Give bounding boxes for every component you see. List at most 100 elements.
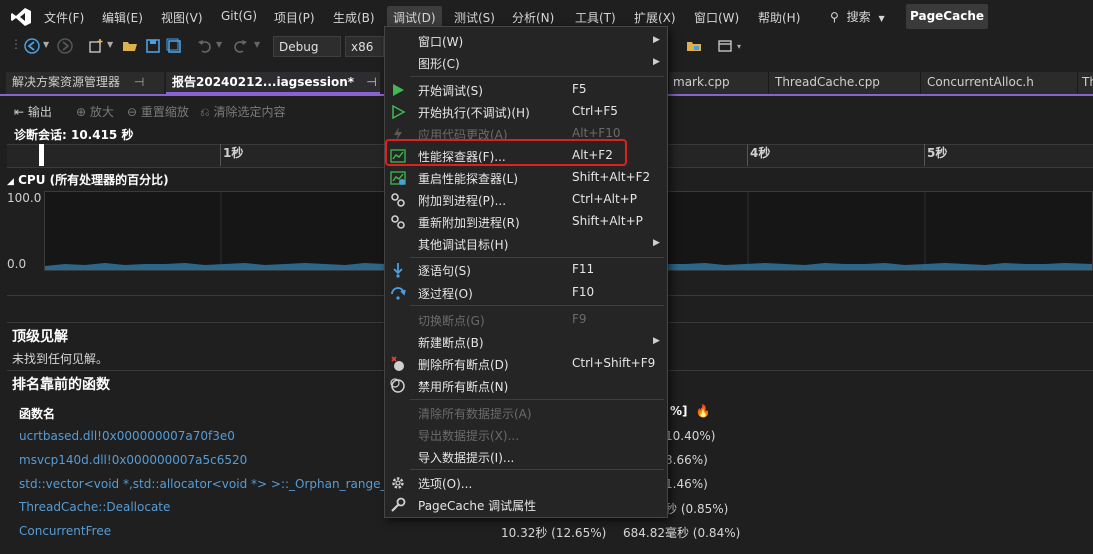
tab-report-label: 报告20240212...iagsession* — [172, 75, 355, 89]
menu-analyze[interactable]: 分析(N) — [512, 9, 554, 26]
shortcut-label: Ctrl+Alt+P — [572, 192, 637, 206]
tab-diagsession-report[interactable]: 报告20240212...iagsession* ⊣ ✕ — [166, 72, 396, 94]
debug-menu-item-relaunch-profiler[interactable]: 重启性能探查器(L) — [418, 170, 518, 187]
output-label: 输出 — [27, 105, 52, 119]
menu-git[interactable]: Git(G) — [221, 9, 257, 23]
zoom-in-label: 放大 — [89, 105, 114, 119]
debug-menu-item-step-into[interactable]: 逐语句(S) — [418, 262, 471, 279]
timeline-tick-label: 5秒 — [927, 146, 948, 160]
gears-icon — [391, 193, 405, 207]
folder-view-icon[interactable] — [686, 38, 702, 54]
menu-test[interactable]: 测试(S) — [454, 9, 495, 26]
play-outline-icon — [392, 104, 406, 120]
reset-zoom-label: 重置缩放 — [140, 105, 189, 119]
submenu-arrow-icon: ▶ — [653, 57, 660, 67]
delete-breakpoints-icon — [391, 356, 404, 371]
shortcut-label: F9 — [572, 312, 587, 326]
tab-solution-explorer[interactable]: 解决方案资源管理器 ⊣ — [6, 72, 164, 94]
new-project-icon[interactable] — [88, 38, 104, 54]
debug-menu-item-graphics[interactable]: 图形(C) — [418, 55, 460, 72]
tab-concurrentalloc-h[interactable]: ConcurrentAlloc.h — [920, 72, 1077, 94]
menu-window[interactable]: 窗口(W) — [694, 9, 739, 26]
tab-overflow[interactable]: Th — [1077, 72, 1093, 94]
output-button[interactable]: ⇤ 输出 — [14, 103, 52, 120]
pin-icon[interactable]: ⊣ — [366, 75, 376, 89]
zoom-in-button[interactable]: ⊕ 放大 — [76, 103, 114, 120]
debug-menu-item-import-datatips[interactable]: 导入数据提示(I)... — [418, 449, 514, 466]
debug-menu-item-debug-properties[interactable]: PageCache 调试属性 — [418, 497, 536, 514]
debug-menu-item-step-over[interactable]: 逐过程(O) — [418, 285, 473, 302]
function-link[interactable]: msvcp140d.dll!0x000000007a5c6520 — [19, 453, 247, 467]
chevron-down-icon[interactable]: ▼ — [254, 40, 260, 49]
debug-menu-item-options[interactable]: 选项(O)... — [418, 475, 472, 492]
timeline-selection-handle[interactable] — [39, 144, 44, 166]
pin-icon[interactable]: ⊣ — [134, 75, 144, 89]
function-self-value: 3.66%) — [665, 453, 708, 467]
profiler-restart-icon — [390, 171, 406, 185]
debug-menu-item-reattach-to-process[interactable]: 重新附加到进程(R) — [418, 214, 520, 231]
debug-menu-item-attach-to-process[interactable]: 附加到进程(P)... — [418, 192, 506, 209]
debug-menu-item-clear-all-datatips: 清除所有数据提示(A) — [418, 407, 532, 421]
chevron-down-icon: ▼ — [878, 14, 885, 23]
menu-view[interactable]: 视图(V) — [161, 9, 203, 26]
debug-menu-item-new-breakpoint[interactable]: 新建断点(B) — [418, 334, 484, 351]
gears-icon — [391, 215, 405, 229]
submenu-arrow-icon: ▶ — [653, 35, 660, 45]
chevron-down-icon[interactable]: ▾ — [737, 42, 741, 51]
menu-help[interactable]: 帮助(H) — [758, 9, 800, 26]
toolbar-grip: ⋮ — [10, 37, 22, 51]
reset-zoom-button[interactable]: ⊖ 重置缩放 — [127, 103, 189, 120]
chevron-down-icon[interactable]: ▼ — [107, 40, 113, 49]
function-link[interactable]: ucrtbased.dll!0x000000007a70f3e0 — [19, 429, 235, 443]
reset-zoom-icon: ⊖ — [127, 105, 138, 119]
hot-path-flame-icon: 🔥 — [695, 404, 711, 418]
undo-icon[interactable] — [197, 38, 213, 54]
save-icon[interactable] — [145, 38, 161, 54]
redo-icon[interactable] — [232, 38, 248, 54]
column-self-partial[interactable]: %] 🔥 — [670, 404, 711, 418]
search-label: 搜索 — [846, 10, 871, 24]
column-function-name[interactable]: 函数名 — [19, 405, 55, 422]
cpu-graph-title[interactable]: ◢ CPU (所有处理器的百分比) — [7, 171, 169, 188]
menu-build[interactable]: 生成(B) — [333, 9, 375, 26]
menu-project[interactable]: 项目(P) — [274, 9, 315, 26]
navigate-back-icon[interactable] — [24, 38, 40, 54]
timeline-tick — [747, 144, 748, 166]
menu-extensions[interactable]: 扩展(X) — [634, 9, 676, 26]
debug-menu-item-other-debug-targets[interactable]: 其他调试目标(H) — [418, 236, 508, 253]
search-icon: ⚲ — [830, 10, 839, 24]
debug-menu-item-disable-all-breakpoints[interactable]: 禁用所有断点(N) — [418, 378, 508, 395]
menu-file[interactable]: 文件(F) — [44, 9, 84, 26]
tab-solution-explorer-label: 解决方案资源管理器 — [12, 75, 121, 89]
window-layout-icon[interactable] — [717, 38, 733, 54]
debug-menu-item-start-debugging[interactable]: 开始调试(S) — [418, 82, 483, 99]
debug-menu-item-toggle-breakpoint: 切换断点(G) — [418, 314, 485, 328]
tab-threadcache-cpp[interactable]: ThreadCache.cpp — [768, 72, 920, 94]
session-duration: 诊断会话: 10.415 秒 — [14, 128, 134, 142]
function-link[interactable]: ThreadCache::Deallocate — [19, 500, 170, 514]
timeline-tick — [924, 144, 925, 166]
menu-edit[interactable]: 编辑(E) — [102, 9, 143, 26]
search-box[interactable]: ⚲ 搜索 ▼ — [830, 8, 885, 25]
function-link[interactable]: std::vector<void *,std::allocator<void *… — [19, 477, 411, 491]
tab-mark-cpp[interactable]: mark.cpp — [668, 72, 768, 94]
navigate-forward-icon[interactable] — [57, 38, 73, 54]
menu-separator — [410, 399, 664, 400]
chevron-down-icon[interactable]: ▼ — [43, 40, 49, 49]
debug-menu-item-export-datatips: 导出数据提示(X)... — [418, 429, 520, 443]
function-link[interactable]: ConcurrentFree — [19, 524, 111, 538]
save-all-icon[interactable] — [166, 38, 182, 54]
debug-menu-item-windows[interactable]: 窗口(W) — [418, 33, 463, 50]
menu-tools[interactable]: 工具(T) — [575, 9, 616, 26]
visual-studio-logo-icon[interactable] — [10, 7, 32, 27]
platform-dropdown[interactable]: x86 — [345, 36, 384, 57]
clear-selection-button[interactable]: ⎌ 清除选定内容 — [200, 103, 285, 120]
project-name-badge[interactable]: PageCache — [906, 4, 988, 29]
debug-menu-item-start-without-debugging[interactable]: 开始执行(不调试)(H) — [418, 104, 530, 121]
debug-menu-item-delete-all-breakpoints[interactable]: 删除所有断点(D) — [418, 356, 509, 373]
chevron-down-icon[interactable]: ▼ — [216, 40, 222, 49]
insights-title: 顶级见解 — [12, 329, 68, 345]
open-folder-icon[interactable] — [122, 38, 138, 54]
column-self-partial-label: %] — [670, 404, 688, 418]
configuration-dropdown[interactable]: Debug — [273, 36, 341, 57]
